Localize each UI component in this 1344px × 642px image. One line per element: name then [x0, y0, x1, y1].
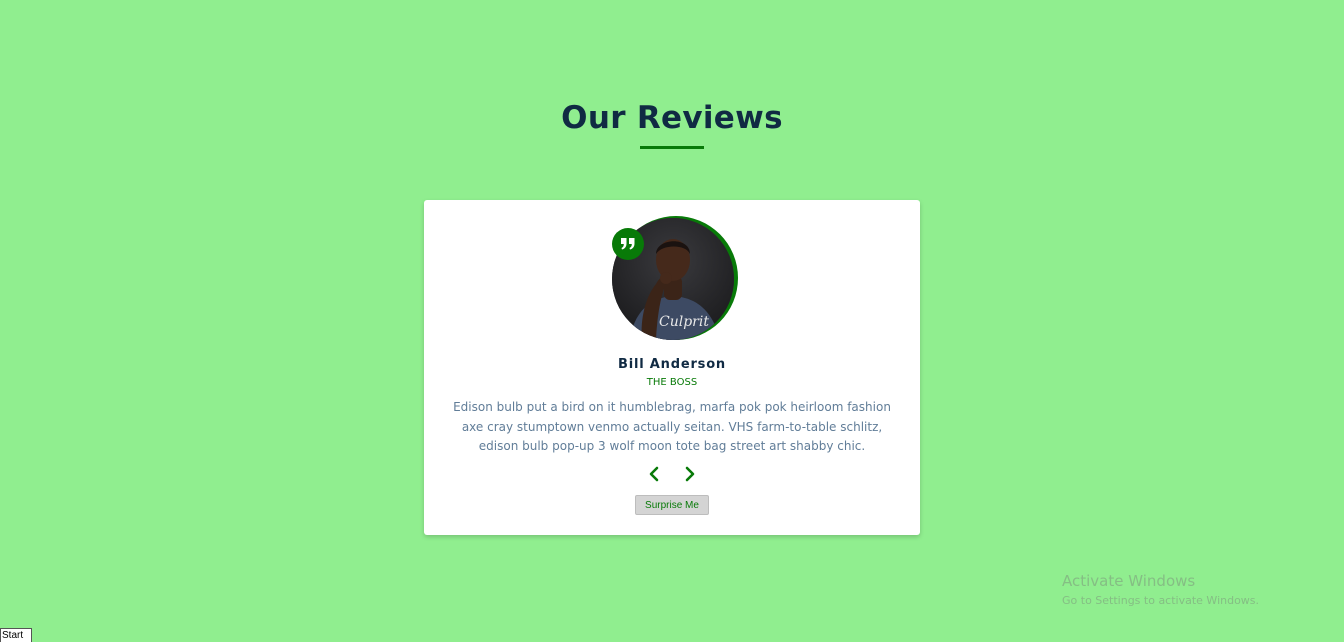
prev-button[interactable] [644, 464, 664, 484]
watermark-subtitle: Go to Settings to activate Windows. [1062, 594, 1260, 607]
surprise-me-button[interactable]: Surprise Me [635, 495, 709, 515]
quote-right-icon [612, 228, 644, 260]
navigation-buttons [644, 464, 700, 484]
page-title: Our Reviews [561, 100, 783, 136]
title-underline [640, 146, 704, 149]
chevron-left-icon [649, 466, 659, 482]
person-image-container: Culprit [612, 216, 738, 342]
author-job: THE BOSS [646, 377, 698, 388]
watermark-title: Activate Windows [1062, 572, 1196, 590]
activate-windows-watermark: Activate Windows Go to Settings to activ… [1062, 572, 1259, 607]
author-name: Bill Anderson [618, 357, 726, 372]
chevron-right-icon [685, 466, 695, 482]
shirt-text: Culprit [659, 314, 709, 330]
review-text: Edison bulb put a bird on it humblebrag,… [453, 400, 891, 453]
page: Our Reviews Culprit Bill Anderson THE BO… [0, 0, 1344, 642]
start-button[interactable]: Start [0, 628, 32, 642]
next-button[interactable] [680, 464, 700, 484]
review-card: Culprit Bill Anderson THE BOSS Edison bu… [424, 200, 920, 535]
